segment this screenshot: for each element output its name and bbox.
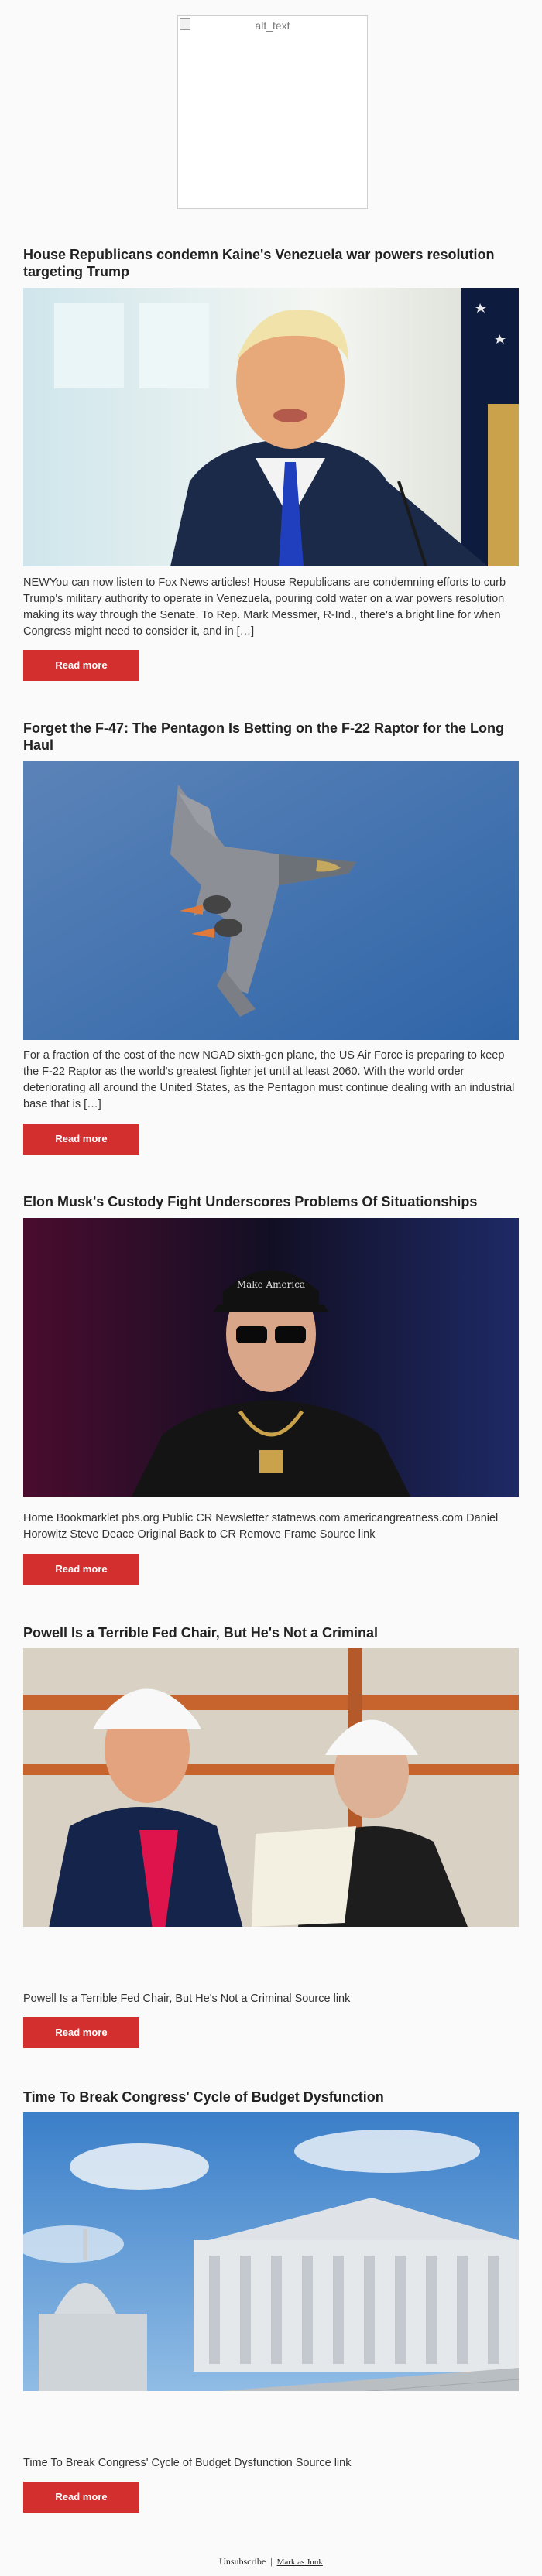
read-more-button[interactable]: Read more <box>23 2482 139 2513</box>
article-image[interactable] <box>23 288 519 566</box>
article-summary: NEWYou can now listen to Fox News articl… <box>23 576 506 638</box>
article-summary: Time To Break Congress' Cycle of Budget … <box>23 2457 352 2469</box>
logo-image-placeholder: alt_text <box>177 15 368 209</box>
article-summary: For a fraction of the cost of the new NG… <box>23 1049 515 1110</box>
email-footer: Unsubscribe | Mark as Junk <box>0 2556 542 2567</box>
article-card: Forget the F-47: The Pentagon Is Betting… <box>23 720 519 1155</box>
article-title[interactable]: House Republicans condemn Kaine's Venezu… <box>23 246 519 280</box>
article-image[interactable]: Make America <box>23 1218 519 1497</box>
article-summary: Powell Is a Terrible Fed Chair, But He's… <box>23 1993 351 2005</box>
svg-text:Make America: Make America <box>237 1279 305 1290</box>
article-title[interactable]: Powell Is a Terrible Fed Chair, But He's… <box>23 1624 519 1641</box>
article-title[interactable]: Elon Musk's Custody Fight Underscores Pr… <box>23 1193 519 1210</box>
unsubscribe-link[interactable]: Unsubscribe <box>219 2556 266 2567</box>
footer-separator: | <box>270 2556 273 2567</box>
article-image[interactable] <box>23 1648 519 1927</box>
elon-musk-photo: Make America <box>23 1218 519 1497</box>
article-card: Powell Is a Terrible Fed Chair, But He's… <box>23 1624 519 2048</box>
logo-alt-text: alt_text <box>255 19 290 32</box>
article-image[interactable] <box>23 2112 519 2391</box>
article-card: Elon Musk's Custody Fight Underscores Pr… <box>23 1193 519 1585</box>
article-summary: Home Bookmarklet pbs.org Public CR Newsl… <box>23 1512 499 1541</box>
trump-speaking-photo <box>23 288 519 566</box>
article-image[interactable] <box>23 761 519 1040</box>
f22-raptor-photo <box>23 761 519 1040</box>
article-card: Time To Break Congress' Cycle of Budget … <box>23 2089 519 2513</box>
mark-as-junk-link[interactable]: Mark as Junk <box>277 2557 323 2567</box>
read-more-button[interactable]: Read more <box>23 650 139 681</box>
article-card: House Republicans condemn Kaine's Venezu… <box>23 246 519 681</box>
read-more-button[interactable]: Read more <box>23 1124 139 1155</box>
read-more-button[interactable]: Read more <box>23 2017 139 2048</box>
article-title[interactable]: Time To Break Congress' Cycle of Budget … <box>23 2089 519 2106</box>
read-more-button[interactable]: Read more <box>23 1554 139 1585</box>
trump-powell-hardhats-photo <box>23 1648 519 1927</box>
article-title[interactable]: Forget the F-47: The Pentagon Is Betting… <box>23 720 519 754</box>
us-capitol-photo <box>23 2112 519 2391</box>
